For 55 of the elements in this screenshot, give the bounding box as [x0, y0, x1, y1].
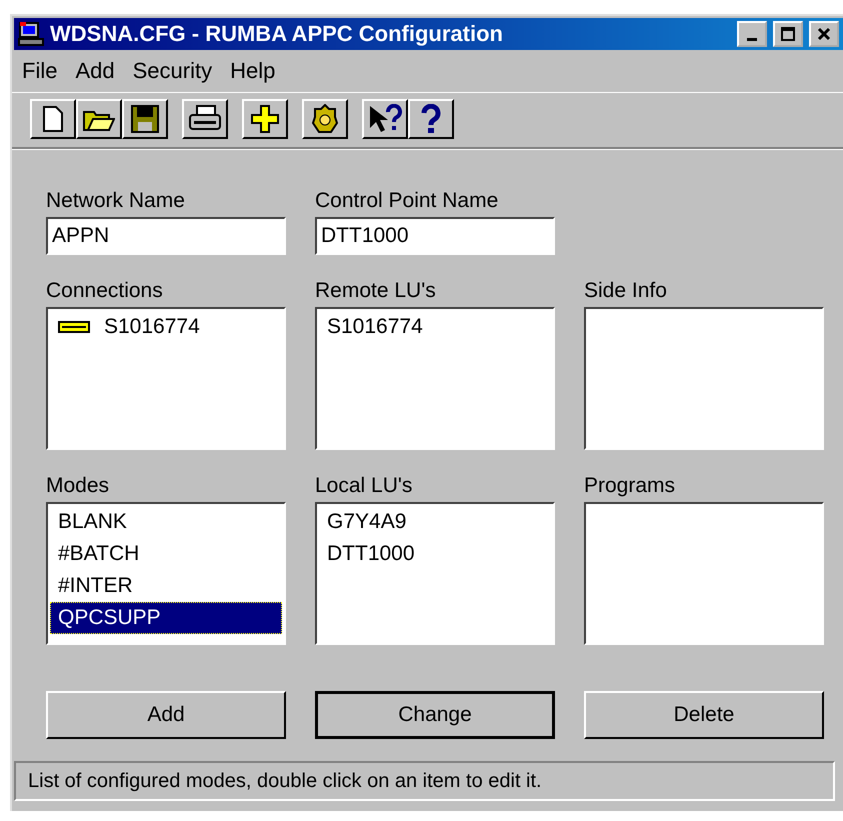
window-title: WDSNA.CFG - RUMBA APPC Configuration: [50, 21, 504, 47]
text-field[interactable]: APPN: [46, 217, 286, 255]
question-mark-icon: [421, 104, 441, 134]
list-item[interactable]: S1016774: [50, 311, 282, 343]
close-icon: [817, 27, 831, 41]
list-item[interactable]: #INTER: [50, 570, 282, 602]
list-box[interactable]: S1016774: [46, 307, 286, 450]
list-label: Side Info: [584, 279, 668, 303]
printer-icon: [188, 105, 222, 133]
list-box[interactable]: G7Y4A9 DTT1000: [315, 502, 555, 645]
plus-icon: [250, 104, 280, 134]
list-label: Local LU's: [315, 474, 414, 498]
action-button[interactable]: Change: [315, 691, 555, 739]
minimize-button[interactable]: [737, 21, 767, 47]
toolbar-button[interactable]: [122, 99, 168, 139]
toolbar-button[interactable]: [76, 99, 122, 139]
list-item[interactable]: BLANK: [50, 506, 282, 538]
toolbar-button[interactable]: [242, 99, 288, 139]
minimize-icon: [747, 38, 757, 40]
toolbar-button[interactable]: [302, 99, 348, 139]
toolbar-button[interactable]: [182, 99, 228, 139]
field-label: Network Name: [46, 189, 186, 213]
list-box[interactable]: BLANK #BATCH #INTER QPCSUPP: [46, 502, 286, 645]
badge-icon: [312, 104, 338, 134]
toolbar-button[interactable]: [362, 99, 408, 139]
action-button[interactable]: Delete: [584, 691, 824, 739]
action-button[interactable]: Add: [46, 691, 286, 739]
pointer-question-icon: [368, 104, 402, 134]
list-label: Modes: [46, 474, 110, 498]
list-item[interactable]: S1016774: [319, 311, 551, 343]
list-label: Programs: [584, 474, 676, 498]
menu-item[interactable]: Security: [132, 58, 212, 84]
list-item[interactable]: QPCSUPP: [50, 602, 282, 634]
list-box[interactable]: S1016774: [315, 307, 555, 450]
list-label: Remote LU's: [315, 279, 437, 303]
list-item[interactable]: G7Y4A9: [319, 506, 551, 538]
text-field[interactable]: DTT1000: [315, 217, 555, 255]
close-button[interactable]: [809, 21, 839, 47]
connection-icon: [58, 321, 90, 333]
menu-item[interactable]: Help: [230, 58, 276, 84]
list-box[interactable]: [584, 502, 824, 645]
status-bar: List of configured modes, double click on an item to edit it.: [14, 761, 835, 801]
computer-icon: [18, 21, 44, 47]
toolbar-button[interactable]: [30, 99, 76, 139]
list-item[interactable]: DTT1000: [319, 538, 551, 570]
maximize-button[interactable]: [773, 21, 803, 47]
new-document-icon: [43, 106, 63, 132]
menu-item[interactable]: Add: [75, 58, 115, 84]
toolbar-button[interactable]: [408, 99, 454, 139]
menu-item[interactable]: File: [22, 58, 58, 84]
maximize-icon: [781, 27, 795, 41]
list-item[interactable]: #BATCH: [50, 538, 282, 570]
list-box[interactable]: [584, 307, 824, 450]
field-label: Control Point Name: [315, 189, 500, 213]
list-label: Connections: [46, 279, 164, 303]
